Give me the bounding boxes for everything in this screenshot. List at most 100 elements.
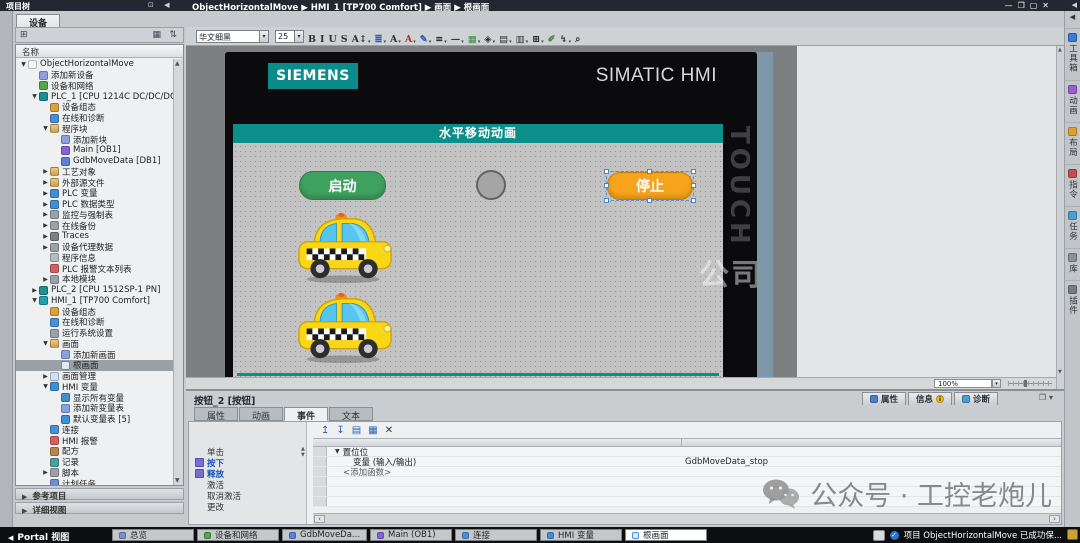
task-card-tab-任务[interactable]: 任务 xyxy=(1065,206,1080,241)
resize-handle[interactable] xyxy=(691,183,696,188)
hmi-screen[interactable]: 水平移动动画 启动 停止 xyxy=(233,124,723,377)
scroll-left-icon[interactable]: ‹ xyxy=(314,515,325,523)
tree-item[interactable]: 添加新变量表 xyxy=(16,403,173,414)
corner-style-button[interactable]: ◈▾ xyxy=(484,34,495,45)
close-icon[interactable]: ✕ xyxy=(1042,1,1054,10)
event-item-激活[interactable]: 激活 xyxy=(189,479,306,490)
collapse-left-icon[interactable]: ◀ xyxy=(1065,13,1080,21)
indicator-circle[interactable] xyxy=(476,170,506,200)
sub-tab-动画[interactable]: 动画 xyxy=(239,407,283,421)
tree-item[interactable]: ▶设备代理数据 xyxy=(16,242,173,253)
font-family-select[interactable]: 华文细黑 xyxy=(196,30,260,43)
tree-item[interactable]: ▼HMI_1 [TP700 Comfort] xyxy=(16,296,173,307)
task-card-tab-插件[interactable]: 插件 xyxy=(1065,280,1080,315)
border-button[interactable]: ▥▾ xyxy=(516,34,529,45)
tree-item[interactable]: 设备组态 xyxy=(16,306,173,317)
tree-item[interactable]: 在线和诊断 xyxy=(16,113,173,124)
tree-item[interactable]: 配方 xyxy=(16,446,173,457)
event-item-单击[interactable]: 单击 xyxy=(189,446,306,457)
restore-icon[interactable]: ❐ xyxy=(1018,1,1030,10)
details-view-header[interactable]: ▶详细视图 xyxy=(15,502,184,514)
tree-item[interactable]: 显示所有变量 xyxy=(16,392,173,403)
taskbar-button-Main (OB1)[interactable]: Main (OB1) xyxy=(370,529,452,541)
tree-item[interactable]: ▶PLC 变量 xyxy=(16,188,173,199)
resize-handle[interactable] xyxy=(604,198,609,203)
resize-handle[interactable] xyxy=(604,183,609,188)
taskbar-corner-icon[interactable] xyxy=(1067,529,1078,540)
line-weight-button[interactable]: —▾ xyxy=(451,34,464,45)
resize-handle[interactable] xyxy=(691,169,696,174)
tree-item[interactable]: 在线和诊断 xyxy=(16,317,173,328)
task-card-tab-指令[interactable]: 指令 xyxy=(1065,164,1080,199)
portal-view-button[interactable]: ◀Portal 视图 xyxy=(8,530,69,543)
format-paint-button[interactable]: ✐ xyxy=(548,34,556,45)
resize-handle[interactable] xyxy=(647,198,652,203)
function-row-add[interactable]: <添加函数> xyxy=(313,467,1061,477)
screen-editor-canvas[interactable]: SIEMENS SIMATIC HMI TOUCH 水平移动动画 启动 停止 xyxy=(186,46,1064,389)
italic-button[interactable]: I xyxy=(320,34,324,45)
resize-handle[interactable] xyxy=(647,169,652,174)
canvas-vertical-scrollbar[interactable]: ▲ ▼ xyxy=(1056,46,1064,389)
tree-item[interactable]: 默认变量表 [5] xyxy=(16,414,173,425)
tree-item[interactable]: ▶PLC_2 [CPU 1512SP-1 PN] xyxy=(16,285,173,296)
inspector-tab-属性[interactable]: 属性 xyxy=(862,392,906,405)
sub-tab-事件[interactable]: 事件 xyxy=(284,407,328,421)
tree-sort-icon[interactable]: ⇅ xyxy=(169,30,177,40)
resize-handle[interactable] xyxy=(691,198,696,203)
font-size-button[interactable]: A↕▾ xyxy=(352,34,371,45)
tree-view-icon[interactable]: ▦ xyxy=(152,30,161,40)
background-color-button[interactable]: A▾ xyxy=(405,34,416,45)
inspector-tab-信息[interactable]: 信息i xyxy=(908,392,952,405)
sub-tab-文本[interactable]: 文本 xyxy=(329,407,373,421)
delete-button[interactable]: ✕ xyxy=(385,425,393,436)
event-item-取消激活[interactable]: 取消激活 xyxy=(189,490,306,501)
scroll-down-icon[interactable]: ▼ xyxy=(1058,369,1062,375)
scroll-up-icon[interactable]: ▲ xyxy=(1058,47,1062,53)
align-button[interactable]: ≣▾ xyxy=(375,34,386,45)
font-family-dropdown-icon[interactable]: ▾ xyxy=(260,30,269,43)
taskbar-button-HMI 变量[interactable]: HMI 变量 xyxy=(540,529,622,541)
function-table-hscrollbar[interactable]: ‹ › xyxy=(313,513,1061,524)
task-card-tab-工具箱[interactable]: 工具箱 xyxy=(1065,28,1080,73)
stop-button-selection[interactable]: 停止 xyxy=(607,172,693,200)
tree-item[interactable]: 计划任务 xyxy=(16,478,173,485)
expander-icon[interactable]: ▼ xyxy=(335,448,340,455)
zoom-level-select[interactable]: 100% xyxy=(934,379,992,388)
line-style-button[interactable]: ≡▾ xyxy=(435,34,446,45)
float-panel-icon[interactable]: ❐ xyxy=(1039,393,1049,402)
zoom-dropdown-icon[interactable]: ▾ xyxy=(992,379,1001,388)
collapse-button[interactable]: ▤ xyxy=(352,425,361,436)
shadow-button[interactable]: ▤▾ xyxy=(499,34,512,45)
start-button[interactable]: 启动 xyxy=(299,171,386,200)
event-list-scrollbar[interactable]: ▲▼ xyxy=(301,446,307,486)
event-item-更改[interactable]: 更改 xyxy=(189,501,306,512)
event-item-释放[interactable]: 释放 xyxy=(189,468,306,479)
scroll-right-icon[interactable]: › xyxy=(1049,515,1060,523)
tree-filter-icon[interactable]: ⊞ xyxy=(20,30,28,40)
taskbar-button-设备和网络[interactable]: 设备和网络 xyxy=(197,529,279,541)
function-row-setbit[interactable]: ▼ 置位位 xyxy=(313,447,1061,457)
tree-item[interactable]: Main [OB1] xyxy=(16,145,173,156)
underline-button[interactable]: U xyxy=(328,34,336,45)
move-up-button[interactable]: ↥ xyxy=(321,425,329,436)
list-button[interactable]: ▦ xyxy=(368,425,377,436)
status-chip-icon[interactable] xyxy=(873,530,885,541)
panel-menu-icon[interactable]: ▾ xyxy=(1049,393,1056,402)
tree-item[interactable]: ▶工艺对象 xyxy=(16,167,173,178)
tab-order-button[interactable]: ↯▾ xyxy=(560,34,572,45)
tree-item[interactable]: 添加新块 xyxy=(16,134,173,145)
inspector-tab-诊断[interactable]: 诊断 xyxy=(954,392,998,405)
variable-value[interactable]: GdbMoveData_stop xyxy=(685,457,768,467)
tree-item[interactable]: 添加新设备 xyxy=(16,70,173,81)
task-card-tab-库[interactable]: 库 xyxy=(1065,248,1080,274)
reference-projects-header[interactable]: ▶参考项目 xyxy=(15,488,184,500)
tree-item[interactable]: 连接 xyxy=(16,425,173,436)
strikethrough-button[interactable]: S xyxy=(341,34,348,45)
task-card-tab-动画[interactable]: 动画 xyxy=(1065,80,1080,115)
tree-item[interactable]: 记录 xyxy=(16,457,173,468)
fill-style-button[interactable]: ▦▾ xyxy=(468,34,481,45)
resize-handle[interactable] xyxy=(604,169,609,174)
tree-item[interactable]: ▶画面管理 xyxy=(16,371,173,382)
move-down-button[interactable]: ↧ xyxy=(336,425,344,436)
taxi-image-2[interactable] xyxy=(293,293,399,365)
